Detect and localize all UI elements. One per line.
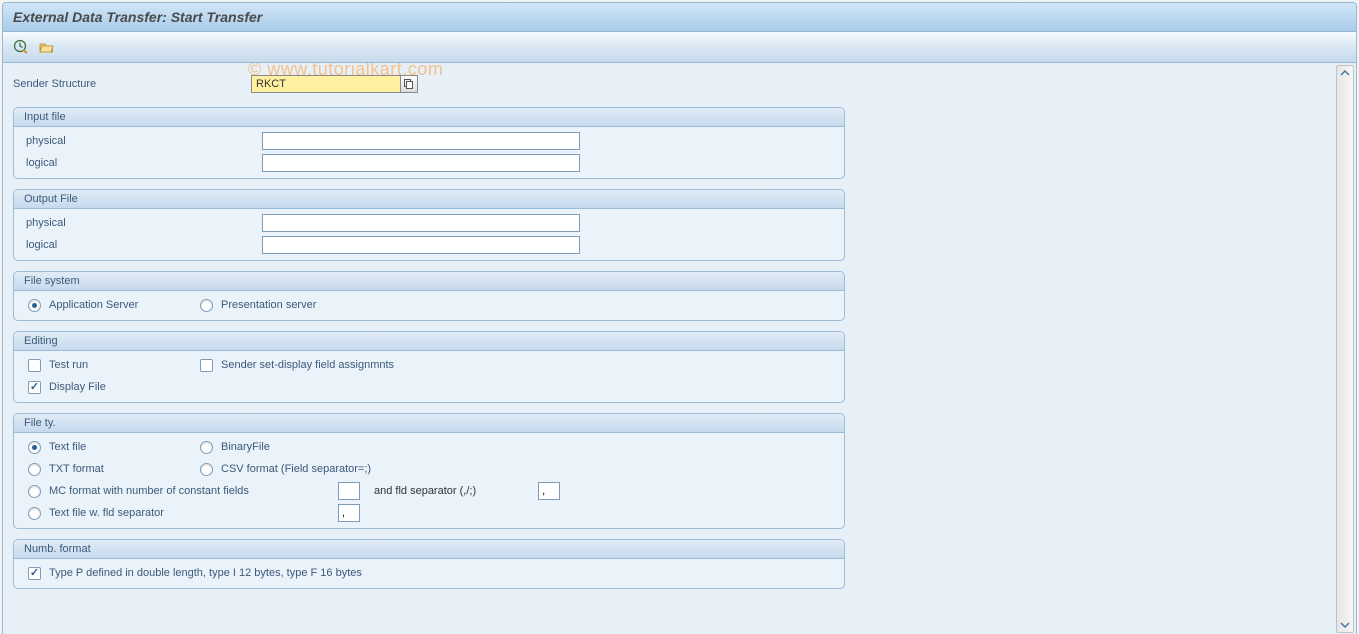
radio-text-file-sep-label: Text file w. fld separator [49, 507, 164, 519]
input-physical-label: physical [16, 135, 262, 147]
radio-application-server-label: Application Server [49, 299, 138, 311]
mc-count-field[interactable] [338, 482, 360, 500]
scroll-up-button[interactable] [1338, 66, 1352, 80]
group-file-system: File system Application Server Presentat… [13, 271, 845, 321]
group-file-system-header: File system [14, 272, 844, 291]
content-wrap: © www.tutorialkart.com Sender Structure [2, 63, 1357, 634]
sender-structure-f4-button[interactable] [400, 75, 418, 93]
group-file-type: File ty. Text file BinaryFile [13, 413, 845, 529]
content: © www.tutorialkart.com Sender Structure [3, 63, 1336, 634]
sender-structure-input[interactable] [251, 75, 401, 93]
group-input-file: Input file physical logical [13, 107, 845, 179]
check-test-run-label: Test run [49, 359, 88, 371]
vertical-scrollbar[interactable] [1336, 65, 1354, 633]
group-numb-format-header: Numb. format [14, 540, 844, 559]
input-logical-label: logical [16, 157, 262, 169]
check-type-p[interactable] [28, 567, 41, 580]
radio-mc-format[interactable] [28, 485, 41, 498]
sender-structure-row: Sender Structure [13, 75, 1328, 93]
radio-txt-format-label: TXT format [49, 463, 104, 475]
check-display-file[interactable] [28, 381, 41, 394]
radio-text-file[interactable] [28, 441, 41, 454]
group-editing-header: Editing [14, 332, 844, 351]
group-input-file-header: Input file [14, 108, 844, 127]
group-output-file: Output File physical logical [13, 189, 845, 261]
variant-button[interactable] [37, 37, 57, 57]
clock-run-icon [13, 39, 29, 55]
app-root: External Data Transfer: Start Transfer ©… [0, 2, 1359, 634]
output-logical-label: logical [16, 239, 262, 251]
radio-csv-format[interactable] [200, 463, 213, 476]
check-sender-set-display[interactable] [200, 359, 213, 372]
radio-presentation-server-label: Presentation server [221, 299, 316, 311]
group-file-type-header: File ty. [14, 414, 844, 433]
chevron-up-icon [1340, 68, 1350, 78]
radio-text-file-sep[interactable] [28, 507, 41, 520]
radio-csv-format-label: CSV format (Field separator=;) [221, 463, 371, 475]
input-physical-field[interactable] [262, 132, 580, 150]
radio-mc-format-label: MC format with number of constant fields [49, 485, 249, 497]
output-logical-field[interactable] [262, 236, 580, 254]
text-file-sep-field[interactable] [338, 504, 360, 522]
radio-text-file-label: Text file [49, 441, 86, 453]
radio-presentation-server[interactable] [200, 299, 213, 312]
output-physical-field[interactable] [262, 214, 580, 232]
group-editing: Editing Test run Sender set-display fiel… [13, 331, 845, 403]
toolbar [2, 32, 1357, 63]
folder-open-icon [39, 39, 55, 55]
radio-binary-file-label: BinaryFile [221, 441, 270, 453]
mc-sep-label: and fld separator (,/;) [374, 485, 476, 497]
page-title: External Data Transfer: Start Transfer [13, 9, 262, 25]
sender-structure-label: Sender Structure [13, 78, 251, 90]
radio-txt-format[interactable] [28, 463, 41, 476]
check-sender-set-display-label: Sender set-display field assignmnts [221, 359, 394, 371]
group-numb-format: Numb. format Type P defined in double le… [13, 539, 845, 589]
check-display-file-label: Display File [49, 381, 106, 393]
radio-binary-file[interactable] [200, 441, 213, 454]
input-logical-field[interactable] [262, 154, 580, 172]
check-type-p-label: Type P defined in double length, type I … [49, 567, 362, 579]
chevron-down-icon [1340, 620, 1350, 630]
group-output-file-header: Output File [14, 190, 844, 209]
mc-sep-field[interactable] [538, 482, 560, 500]
output-physical-label: physical [16, 217, 262, 229]
scroll-down-button[interactable] [1338, 618, 1352, 632]
check-test-run[interactable] [28, 359, 41, 372]
titlebar: External Data Transfer: Start Transfer [2, 2, 1357, 32]
search-help-icon [403, 78, 415, 90]
radio-application-server[interactable] [28, 299, 41, 312]
execute-button[interactable] [11, 37, 31, 57]
